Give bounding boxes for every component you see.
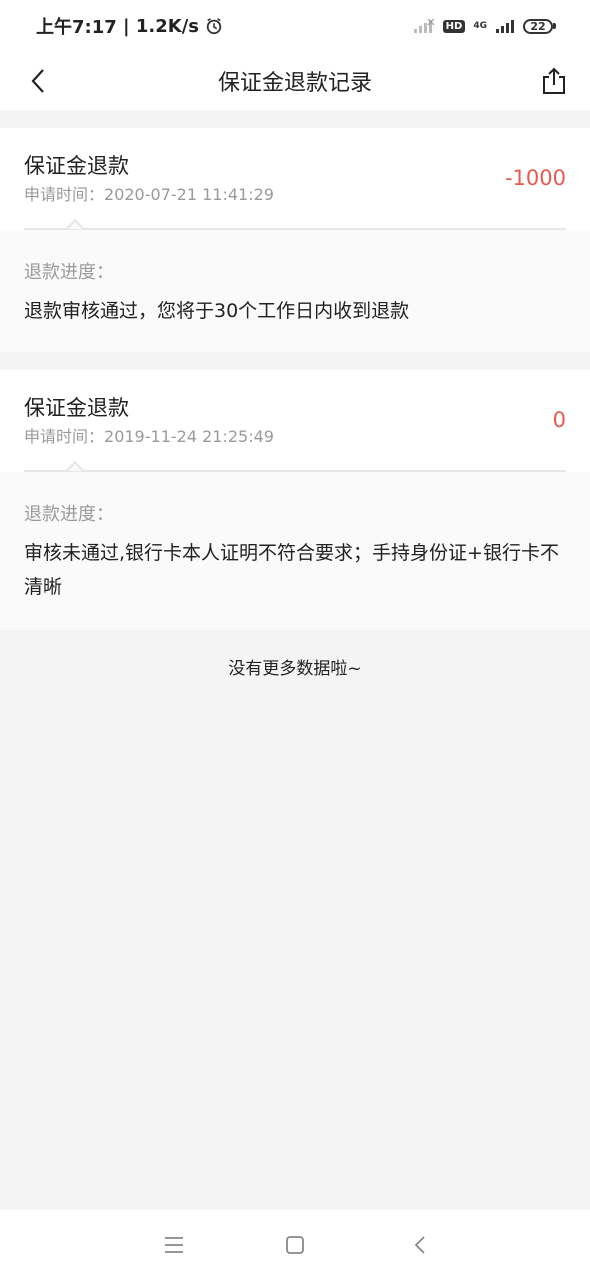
record-header: 保证金退款 申请时间：2020-07-21 11:41:29 -1000 bbox=[0, 128, 590, 230]
menu-icon bbox=[165, 1237, 183, 1253]
signal-icon bbox=[413, 18, 435, 33]
progress-text: 审核未通过,银行卡本人证明不符合要求；手持身份证+银行卡不清晰 bbox=[24, 542, 559, 598]
record-time-value: 2019-11-24 21:25:49 bbox=[104, 427, 274, 446]
progress-label: 退款进度： bbox=[24, 262, 114, 283]
share-button[interactable] bbox=[538, 64, 570, 98]
battery-tip bbox=[553, 23, 556, 29]
share-icon bbox=[543, 67, 565, 94]
status-left: 上午7:17 | 1.2K/s bbox=[36, 13, 223, 39]
refund-record-card[interactable]: 保证金退款 申请时间：2020-07-21 11:41:29 -1000 退款进… bbox=[0, 128, 590, 352]
status-separator: | bbox=[116, 15, 136, 37]
battery-level: 22 bbox=[523, 18, 553, 34]
refund-record-card[interactable]: 保证金退款 申请时间：2019-11-24 21:25:49 0 退款进度： 审… bbox=[0, 370, 590, 630]
status-speed: 1.2K/s bbox=[135, 15, 200, 37]
record-header: 保证金退款 申请时间：2019-11-24 21:25:49 0 bbox=[0, 370, 590, 472]
home-icon bbox=[286, 1236, 304, 1254]
chevron-left-icon bbox=[31, 69, 44, 93]
status-time: 上午7:17 bbox=[36, 17, 117, 38]
system-nav-bar bbox=[0, 1210, 590, 1280]
record-progress-panel: 退款进度： 退款审核通过，您将于30个工作日内收到退款 bbox=[0, 230, 590, 352]
record-time-label: 申请时间： bbox=[24, 427, 105, 446]
record-divider bbox=[24, 219, 566, 230]
battery-icon: 22 bbox=[523, 18, 556, 34]
divider-notch-inner bbox=[68, 222, 82, 229]
nav-bar: 保证金退款记录 bbox=[0, 52, 590, 110]
wifi-icon bbox=[496, 20, 514, 33]
record-time-value: 2020-07-21 11:41:29 bbox=[104, 185, 274, 204]
record-time-label: 申请时间： bbox=[24, 185, 105, 204]
back-button[interactable] bbox=[22, 65, 54, 97]
divider-notch-inner bbox=[68, 464, 82, 471]
record-amount: -1000 bbox=[504, 166, 566, 190]
hd-badge: HD bbox=[442, 19, 466, 33]
no-more-data-text: 没有更多数据啦~ bbox=[228, 659, 362, 679]
page-title: 保证金退款记录 bbox=[217, 71, 372, 96]
record-amount: 0 bbox=[552, 408, 566, 432]
alarm-icon bbox=[206, 18, 222, 35]
system-back-button[interactable] bbox=[405, 1230, 435, 1260]
record-time: 申请时间：2019-11-24 21:25:49 bbox=[24, 423, 274, 447]
progress-text: 退款审核通过，您将于30个工作日内收到退款 bbox=[24, 300, 410, 322]
system-home-button[interactable] bbox=[280, 1230, 310, 1260]
status-bar: 上午7:17 | 1.2K/s HD 4G 22 bbox=[0, 0, 590, 52]
status-right: HD 4G 22 bbox=[413, 18, 556, 34]
back-icon bbox=[414, 1236, 425, 1254]
record-type: 保证金退款 bbox=[24, 154, 129, 178]
record-time: 申请时间：2020-07-21 11:41:29 bbox=[24, 181, 274, 205]
record-type: 保证金退款 bbox=[24, 396, 129, 420]
network-badge: 4G bbox=[473, 20, 487, 31]
progress-label: 退款进度： bbox=[24, 504, 114, 525]
system-menu-button[interactable] bbox=[159, 1230, 189, 1260]
record-progress-panel: 退款进度： 审核未通过,银行卡本人证明不符合要求；手持身份证+银行卡不清晰 bbox=[0, 472, 590, 630]
record-divider bbox=[24, 461, 566, 472]
